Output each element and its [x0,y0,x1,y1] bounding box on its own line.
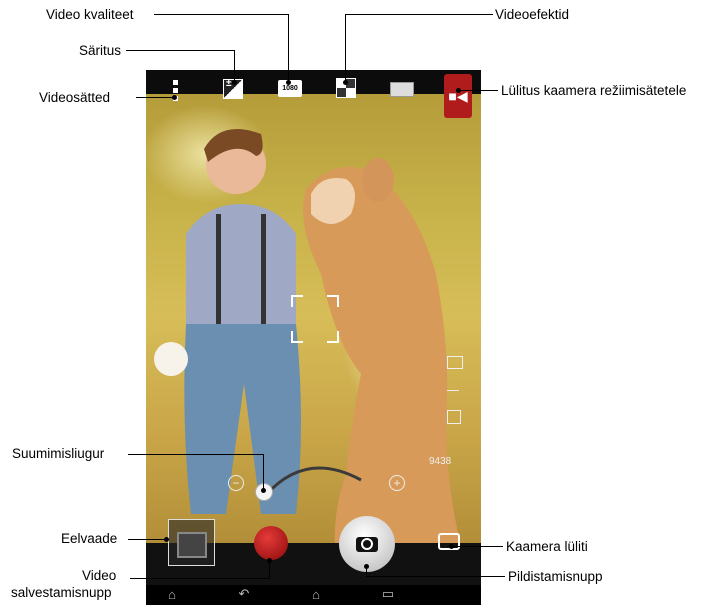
label-capture-button: Pildistamisnupp [508,569,603,584]
status-scene-icon [447,410,461,424]
leader-record-button [130,578,270,579]
leader-exposure [126,50,235,51]
recent-apps-nav-icon[interactable]: ⌂ [306,585,326,603]
leader-capture-button [366,576,505,577]
counter-text: 9438 [429,456,452,467]
label-preview: Eelvaade [61,531,118,546]
leader-video-quality [154,14,289,15]
leader-video-settings [136,97,174,98]
settings-dots-icon[interactable] [168,74,182,106]
focus-frame [291,295,339,343]
camera-switch-icon[interactable] [434,530,464,552]
record-icon[interactable] [254,526,288,560]
leader-switch-camera-mode [458,90,498,91]
camera-mode-switch-icon[interactable]: ■◀ [444,74,472,118]
video-quality-icon-text: 1080 [282,85,298,92]
label-video-settings: Videosätted [39,90,111,105]
label-zoom-slider: Suumimisliugur [12,446,105,461]
leader-preview [128,539,166,540]
top-toolbar [146,70,481,94]
overview-nav-icon[interactable]: ▭ [378,585,398,603]
leader-zoom-slider [128,454,263,455]
leader-camera-switch [451,546,503,547]
status-divider [447,390,459,391]
zoom-minus-icon[interactable]: − [228,475,244,491]
scene-mode-icon[interactable] [390,82,414,97]
status-video-icon [447,356,463,369]
back-nav-icon[interactable]: ↶ [234,585,254,603]
zoom-plus-icon[interactable]: + [389,475,405,491]
label-exposure: Säritus [79,43,122,58]
label-camera-switch: Kaamera lüliti [506,539,588,554]
label-switch-camera-mode: Lülitus kaamera režiimisätetele [501,83,687,98]
home-nav-icon[interactable]: ⌂ [162,585,182,603]
camera-screen: ± 1080 ■◀ 9438 − + ⌂ ↶ ⌂ ▭ [146,70,481,605]
zoom-slider[interactable] [226,455,406,505]
gallery-preview-icon[interactable] [168,519,215,566]
label-record-button-line1: Video [82,568,117,583]
label-record-button-line2: salvestamisnupp [11,585,112,600]
label-video-effects: Videoefektid [495,7,570,22]
leader-video-effects [345,14,493,15]
label-video-quality: Video kvaliteet [46,7,134,22]
